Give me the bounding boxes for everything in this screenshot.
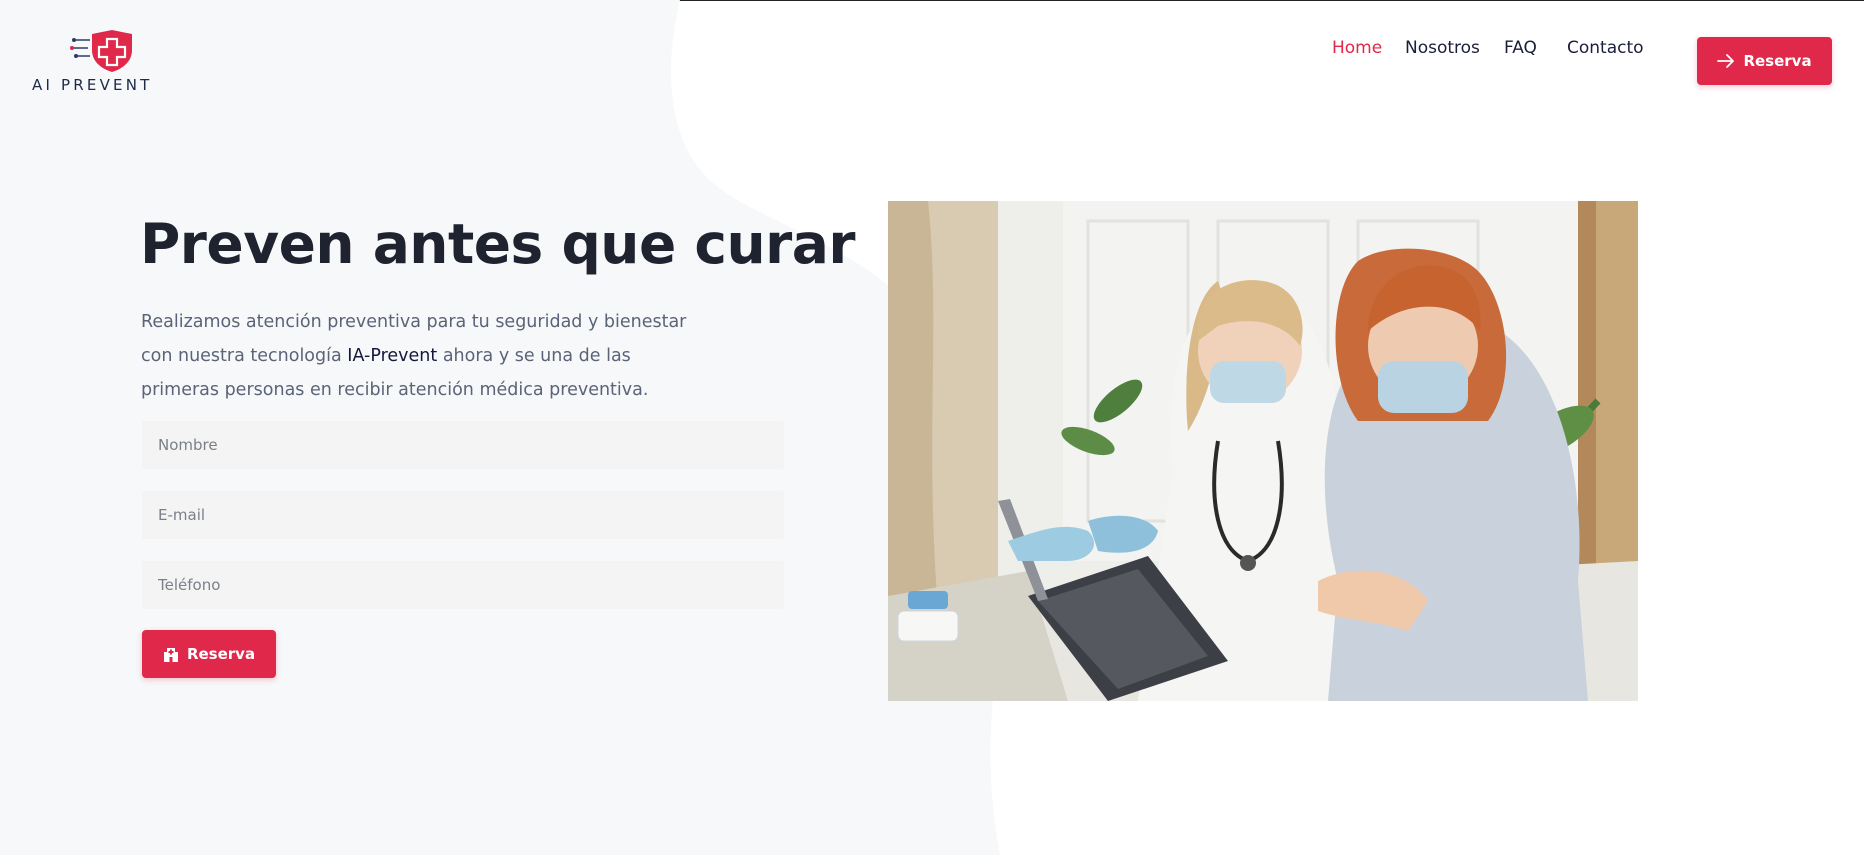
form-reserva-button[interactable]: Reserva (142, 630, 276, 678)
hero-description-highlight: IA-Prevent (347, 346, 438, 366)
logo[interactable]: AI PREVENT (30, 28, 170, 96)
nav-nosotros[interactable]: Nosotros (1405, 38, 1480, 58)
nav-home[interactable]: Home (1332, 38, 1382, 58)
arrow-right-icon (1717, 54, 1735, 68)
form-reserva-label: Reserva (186, 645, 256, 663)
header-reserva-label: Reserva (1743, 52, 1812, 70)
logo-text: AI PREVENT (32, 76, 153, 94)
hospital-icon (163, 648, 178, 662)
hero-description: Realizamos atención preventiva para tu s… (141, 305, 701, 407)
phone-field[interactable] (142, 561, 784, 609)
nav-contacto[interactable]: Contacto (1567, 38, 1644, 58)
shield-cross-icon (70, 30, 132, 72)
name-field[interactable] (142, 421, 784, 469)
header-reserva-button[interactable]: Reserva (1697, 37, 1832, 85)
nav-faq[interactable]: FAQ (1504, 38, 1537, 58)
hero-photo (888, 201, 1638, 701)
hero-title: Preven antes que curar (140, 212, 856, 276)
email-field[interactable] (142, 491, 784, 539)
